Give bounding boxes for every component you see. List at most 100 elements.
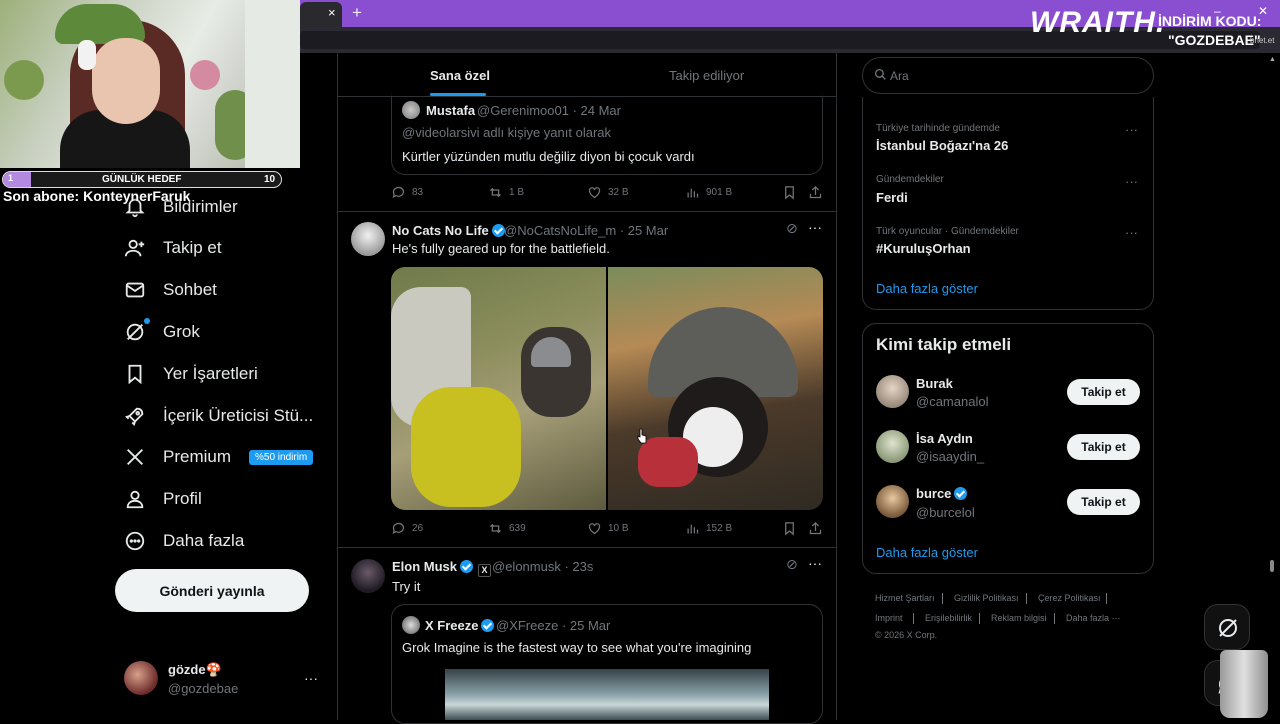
quoted-author-name[interactable]: X Freeze: [425, 618, 495, 633]
hand-cursor-icon: [637, 428, 647, 444]
post-image[interactable]: [445, 669, 769, 720]
avatar[interactable]: [876, 375, 909, 408]
view-count: 901 B: [706, 187, 733, 198]
avatar[interactable]: [351, 559, 385, 593]
author-meta: @NoCatsNoLife_m · 25 Mar: [504, 223, 669, 238]
x-affiliate-icon: X: [478, 564, 492, 577]
grok-floating-button[interactable]: [1204, 604, 1250, 650]
avatar[interactable]: [124, 661, 158, 695]
tab-following[interactable]: Takip ediliyor: [669, 68, 744, 83]
new-tab-button[interactable]: +: [352, 3, 362, 23]
footer-link[interactable]: Daha fazla ···: [1066, 613, 1121, 623]
trend-more-icon[interactable]: ···: [1125, 174, 1138, 189]
suggested-user-name[interactable]: İsa Aydın: [916, 431, 973, 446]
author-meta: @elonmusk · 23s: [492, 559, 594, 574]
suggested-user-name[interactable]: burce: [916, 486, 968, 501]
grok-explain-icon[interactable]: ⊘: [786, 220, 798, 237]
trend-more-icon[interactable]: ···: [1125, 225, 1138, 240]
avatar[interactable]: [402, 616, 420, 634]
search-placeholder: Ara: [890, 69, 909, 83]
scroll-up-icon[interactable]: ▲: [1269, 56, 1276, 63]
footer-separator: [942, 593, 943, 604]
trend-item[interactable]: #KuruluşOrhan: [876, 241, 971, 256]
views-button[interactable]: 152 B: [685, 521, 732, 536]
promo-small-text: bnet.et: [1250, 36, 1275, 45]
suggested-user-name[interactable]: Burak: [916, 376, 953, 391]
footer-link[interactable]: Çerez Politikası: [1038, 593, 1101, 603]
tab-for-you[interactable]: Sana özel: [430, 68, 490, 83]
author-name[interactable]: No Cats No Life: [392, 223, 505, 238]
nav-premium[interactable]: Premium %50 indirim: [124, 441, 314, 473]
browser-tab[interactable]: [300, 2, 342, 27]
active-tab-indicator: [430, 93, 486, 96]
footer-link[interactable]: Imprint: [875, 613, 903, 623]
scrollbar[interactable]: [1268, 53, 1276, 720]
quoted-author-name-text: X Freeze: [425, 618, 479, 633]
nav-grok[interactable]: Grok: [124, 316, 200, 348]
bookmark-icon: [785, 522, 794, 536]
who-to-follow-show-more-link[interactable]: Daha fazla göster: [876, 545, 978, 560]
trend-more-icon[interactable]: ···: [1125, 122, 1138, 137]
suggested-user-handle: @isaaydin_: [916, 449, 985, 464]
notification-dot: [144, 318, 150, 324]
nav-more[interactable]: Daha fazla: [124, 525, 244, 557]
repost-button[interactable]: 1 B: [488, 185, 524, 200]
grok-explain-icon[interactable]: ⊘: [786, 556, 798, 573]
reply-button[interactable]: 83: [391, 185, 423, 200]
x-logo-icon: [127, 449, 143, 465]
views-icon: [687, 524, 699, 534]
verified-icon: [954, 487, 968, 500]
post-text: He's fully geared up for the battlefield…: [392, 241, 610, 256]
post-button[interactable]: Gönderi yayınla: [115, 569, 309, 612]
grok-icon: [126, 323, 144, 341]
repost-icon: [490, 187, 501, 198]
nav-label: Daha fazla: [163, 531, 245, 550]
follow-button[interactable]: Takip et: [1067, 379, 1140, 405]
bookmark-button[interactable]: [782, 185, 803, 200]
nav-bookmarks[interactable]: Yer İşaretleri: [124, 358, 258, 390]
account-menu-button[interactable]: ···: [304, 670, 318, 686]
post-image[interactable]: [608, 267, 823, 510]
views-button[interactable]: 901 B: [685, 185, 732, 200]
share-button[interactable]: [808, 185, 829, 200]
like-count: 32 B: [608, 187, 629, 198]
footer-link[interactable]: Gizlilik Politikası: [954, 593, 1019, 603]
trend-item[interactable]: Ferdi: [876, 190, 908, 205]
post-more-icon[interactable]: ···: [808, 555, 822, 571]
trend-item[interactable]: İstanbul Boğazı'na 26: [876, 138, 1008, 153]
post-image[interactable]: [391, 267, 606, 510]
follow-button[interactable]: Takip et: [1067, 434, 1140, 460]
heart-icon: [588, 187, 601, 199]
nav-follow[interactable]: Takip et: [124, 232, 222, 264]
follow-button[interactable]: Takip et: [1067, 489, 1140, 515]
avatar[interactable]: [876, 485, 909, 518]
quoted-author-name[interactable]: Mustafa: [426, 103, 475, 118]
share-button[interactable]: [808, 521, 829, 536]
reply-count: 26: [412, 523, 424, 534]
avatar[interactable]: [351, 222, 385, 256]
profile-name: gözde🍄: [168, 662, 222, 677]
like-button[interactable]: 10 B: [587, 521, 629, 536]
sponsor-logo: WRAITH.: [1030, 6, 1166, 39]
post-more-icon[interactable]: ···: [808, 219, 822, 235]
view-count: 152 B: [706, 523, 733, 534]
footer-link[interactable]: Erişilebilirlik: [925, 613, 972, 623]
nav-profile[interactable]: Profil: [124, 483, 202, 515]
nav-chat[interactable]: Sohbet: [124, 274, 217, 306]
search-icon: [874, 68, 886, 80]
bookmark-icon: [128, 364, 142, 385]
like-button[interactable]: 32 B: [587, 185, 629, 200]
footer-link[interactable]: Reklam bilgisi: [991, 613, 1047, 623]
reply-button[interactable]: 26: [391, 521, 423, 536]
repost-button[interactable]: 639: [488, 521, 526, 536]
avatar[interactable]: [876, 430, 909, 463]
person-icon: [126, 490, 144, 509]
tab-close-icon[interactable]: ×: [328, 5, 336, 20]
avatar[interactable]: [402, 101, 420, 119]
nav-creator-studio[interactable]: İçerik Üreticisi Stü...: [124, 400, 313, 432]
author-name[interactable]: Elon Musk X: [392, 559, 492, 577]
trends-show-more-link[interactable]: Daha fazla göster: [876, 281, 978, 296]
bookmark-button[interactable]: [782, 521, 803, 536]
footer-link[interactable]: Hizmet Şartları: [875, 593, 935, 603]
scrollbar-thumb[interactable]: [1270, 560, 1274, 572]
